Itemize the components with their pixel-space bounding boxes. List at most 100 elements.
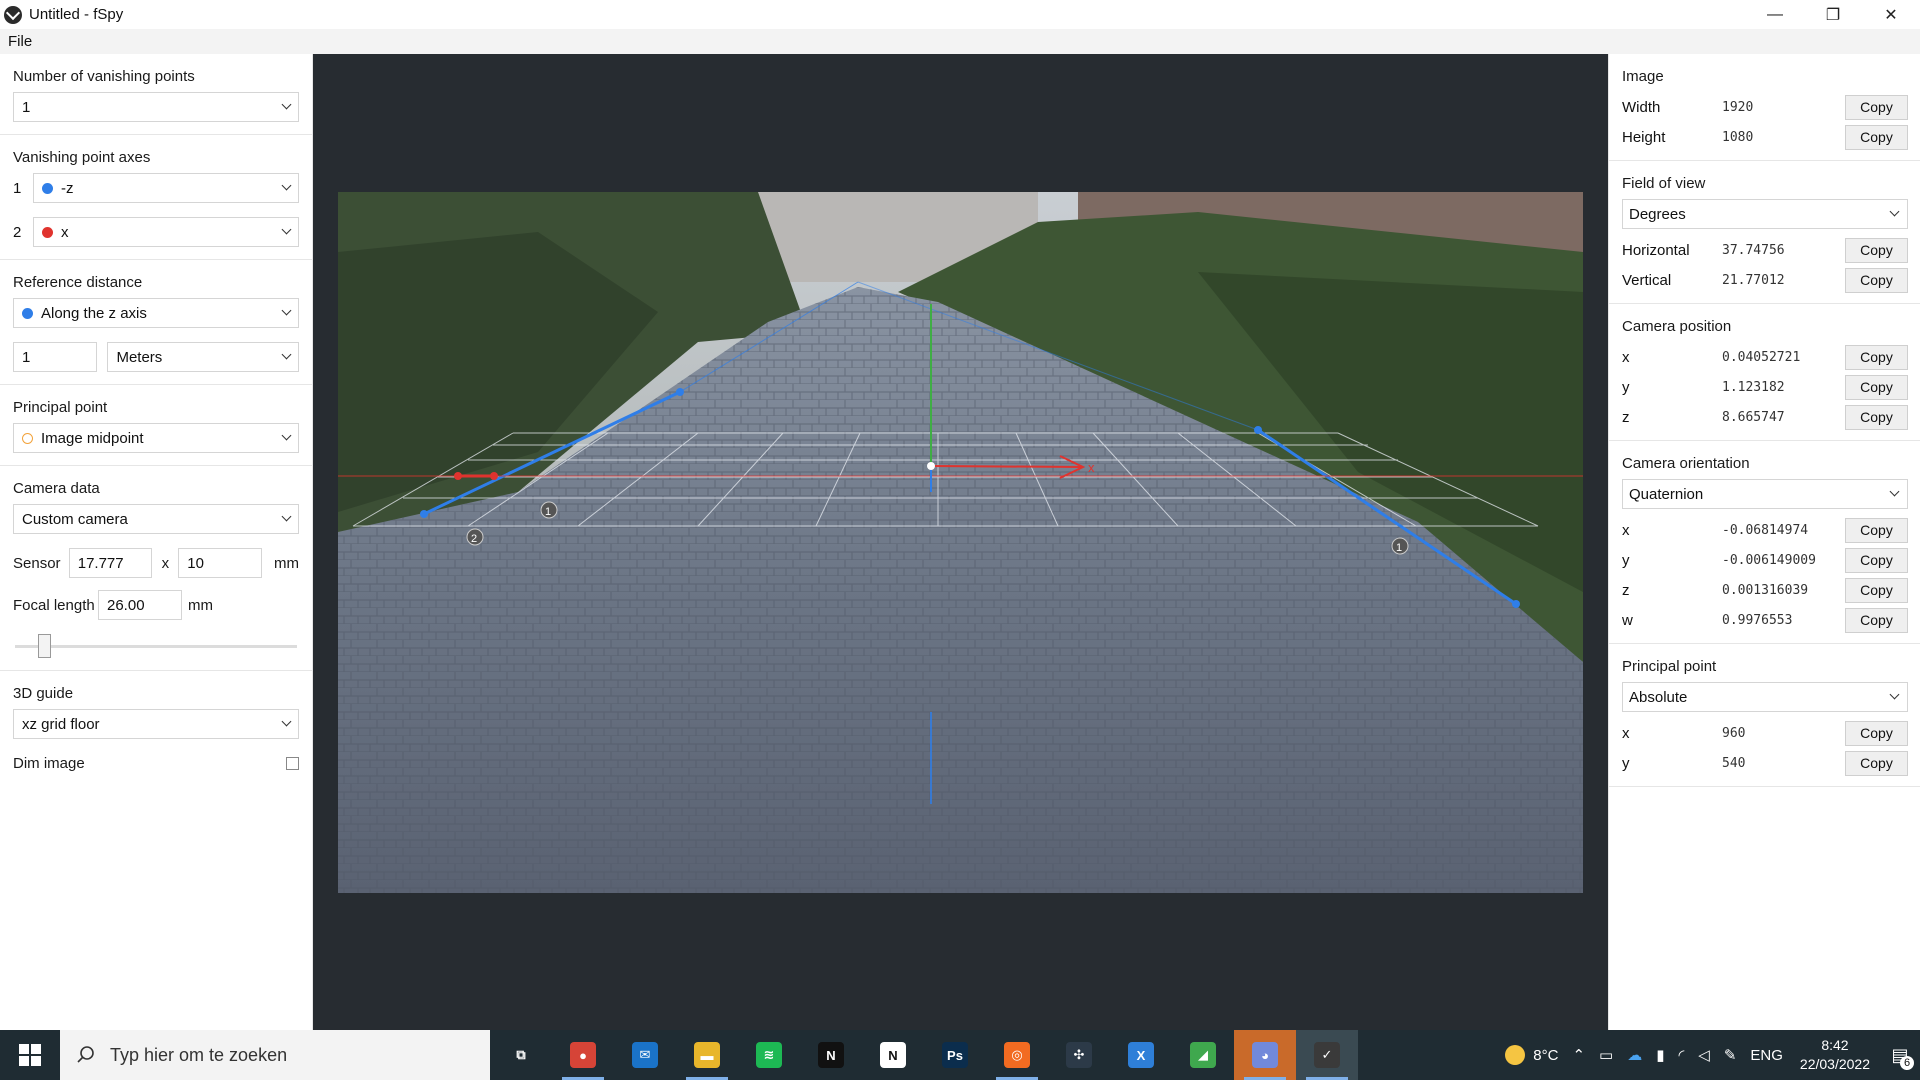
window-controls: — ❐ ✕ xyxy=(1746,0,1920,29)
sensor-width-input[interactable]: 17.777 xyxy=(68,548,153,578)
vp-axis-2-select[interactable]: x xyxy=(33,217,299,247)
copy-camor-w-button[interactable]: Copy xyxy=(1845,607,1908,633)
guide-value: xz grid floor xyxy=(22,715,100,733)
cp-badge-1a-label: 1 xyxy=(545,506,551,518)
taskbar-app-sketchbook[interactable]: ◢ xyxy=(1172,1030,1234,1080)
slider-thumb[interactable] xyxy=(38,634,51,658)
taskbar-app-discord[interactable]: ◕ xyxy=(1234,1030,1296,1080)
focal-input[interactable]: 26.00 xyxy=(98,590,182,620)
pp-label: x xyxy=(1622,724,1630,742)
wifi-icon[interactable]: ◜ xyxy=(1678,1046,1684,1064)
guide-select[interactable]: xz grid floor xyxy=(13,709,299,739)
mail-icon: ✉ xyxy=(632,1042,658,1068)
copy-campos-y-button[interactable]: Copy xyxy=(1845,374,1908,400)
fov-section: Field of view Degrees Horizontal 37.7475… xyxy=(1609,161,1920,304)
origin-handle[interactable] xyxy=(927,462,935,470)
weather-widget[interactable]: 8°C xyxy=(1505,1045,1558,1065)
ref-dist-axis-select[interactable]: Along the z axis xyxy=(13,298,299,328)
taskbar-app-notion[interactable]: N xyxy=(862,1030,924,1080)
fov-title: Field of view xyxy=(1622,175,1706,192)
dim-image-checkbox[interactable] xyxy=(286,757,299,770)
taskbar-app-photoshop[interactable]: Ps xyxy=(924,1030,986,1080)
chevron-down-icon xyxy=(281,349,292,360)
taskbar-app-spotify[interactable]: ≋ xyxy=(738,1030,800,1080)
chevron-down-icon xyxy=(1889,486,1900,497)
cp-point[interactable] xyxy=(676,388,684,396)
pp-mode-select[interactable]: Absolute xyxy=(1622,682,1908,712)
cp-point[interactable] xyxy=(1512,600,1520,608)
volume-icon[interactable]: ◁ xyxy=(1698,1046,1710,1064)
vfov-row: Vertical 21.77012 Copy xyxy=(1622,265,1908,295)
clock[interactable]: 8:42 22/03/2022 xyxy=(1800,1036,1870,1074)
pp-row: y 540 Copy xyxy=(1622,748,1908,778)
copy-campos-x-button[interactable]: Copy xyxy=(1845,344,1908,370)
battery-icon[interactable]: ▮ xyxy=(1656,1046,1664,1064)
taskbar-app-file-explorer[interactable]: ▬ xyxy=(676,1030,738,1080)
start-button[interactable] xyxy=(0,1030,60,1080)
pp-label: y xyxy=(1622,754,1630,772)
focal-unit: mm xyxy=(188,596,213,614)
vp-axis-num: 1 xyxy=(13,179,22,197)
copy-campos-z-button[interactable]: Copy xyxy=(1845,404,1908,430)
cp-point[interactable] xyxy=(490,472,498,480)
copy-camor-z-button[interactable]: Copy xyxy=(1845,577,1908,603)
num-vp-select[interactable]: 1 xyxy=(13,92,299,122)
taskbar-app-task-view[interactable]: ⧉ xyxy=(490,1030,552,1080)
campos-row: y 1.123182 Copy xyxy=(1622,372,1908,402)
image-viewport[interactable]: x 1 1 2 xyxy=(313,54,1608,1030)
taskbar-app-davinci-resolve[interactable]: ✣ xyxy=(1048,1030,1110,1080)
taskbar-app-mail[interactable]: ✉ xyxy=(614,1030,676,1080)
ref-dist-input[interactable]: 1 xyxy=(13,342,98,372)
language-indicator[interactable]: ENG xyxy=(1750,1047,1783,1064)
ref-dist-unit-select[interactable]: Meters xyxy=(107,342,299,372)
cp-point[interactable] xyxy=(420,510,428,518)
pen-icon[interactable]: ✎ xyxy=(1724,1046,1737,1064)
copy-pp-y-button[interactable]: Copy xyxy=(1845,750,1908,776)
taskbar-search[interactable]: Typ hier om te zoeken xyxy=(60,1030,490,1080)
taskbar-app-houdini[interactable]: ◎ xyxy=(986,1030,1048,1080)
copy-camor-x-button[interactable]: Copy xyxy=(1845,517,1908,543)
right-results-panel: Image Width 1920 Copy Height 1080 Copy F… xyxy=(1608,54,1920,1030)
houdini-icon: ◎ xyxy=(1004,1042,1030,1068)
minimize-button[interactable]: — xyxy=(1746,0,1804,29)
campos-label: x xyxy=(1622,348,1630,366)
copy-camor-y-button[interactable]: Copy xyxy=(1845,547,1908,573)
onedrive-icon[interactable]: ☁ xyxy=(1627,1046,1642,1064)
camera-select[interactable]: Custom camera xyxy=(13,504,299,534)
vp-axis-2-value: x xyxy=(61,223,69,241)
menu-file[interactable]: File xyxy=(0,33,40,50)
focal-length-slider[interactable] xyxy=(13,634,299,658)
restore-button[interactable]: ❐ xyxy=(1804,0,1862,29)
copy-width-button[interactable]: Copy xyxy=(1845,94,1908,120)
num-vp-title: Number of vanishing points xyxy=(13,68,195,85)
taskbar-app-chrome[interactable]: ● xyxy=(552,1030,614,1080)
pp-select[interactable]: Image midpoint xyxy=(13,423,299,453)
notification-count: 6 xyxy=(1900,1056,1914,1070)
copy-pp-x-button[interactable]: Copy xyxy=(1845,720,1908,746)
orientation-mode-select[interactable]: Quaternion xyxy=(1622,479,1908,509)
sensor-label: Sensor xyxy=(13,554,61,572)
copy-hfov-button[interactable]: Copy xyxy=(1845,237,1908,263)
campos-value: 0.04052721 xyxy=(1722,349,1801,365)
pp-row: x 960 Copy xyxy=(1622,718,1908,748)
taskbar-app-fspy[interactable]: ✓ xyxy=(1296,1030,1358,1080)
camera-position-section: Camera position x 0.04052721 Copy y 1.12… xyxy=(1609,304,1920,441)
sensor-x-label: x xyxy=(161,554,170,572)
hfov-row: Horizontal 37.74756 Copy xyxy=(1622,235,1908,265)
meet-now-icon[interactable]: ▭ xyxy=(1599,1046,1613,1064)
sensor-height-input[interactable]: 10 xyxy=(178,548,262,578)
cp-point[interactable] xyxy=(1254,426,1262,434)
cp-point[interactable] xyxy=(454,472,462,480)
chevron-up-icon[interactable]: ⌃ xyxy=(1572,1046,1585,1064)
close-button[interactable]: ✕ xyxy=(1862,0,1920,29)
fov-unit-select[interactable]: Degrees xyxy=(1622,199,1908,229)
vp-axis-1-select[interactable]: -z xyxy=(33,173,299,203)
notification-center-button[interactable]: ▤ 6 xyxy=(1880,1030,1920,1080)
copy-vfov-button[interactable]: Copy xyxy=(1845,267,1908,293)
copy-height-button[interactable]: Copy xyxy=(1845,124,1908,150)
taskbar-app-x-app[interactable]: X xyxy=(1110,1030,1172,1080)
camor-label: x xyxy=(1622,521,1630,539)
vfov-label: Vertical xyxy=(1622,271,1672,289)
taskbar-app-netflix[interactable]: N xyxy=(800,1030,862,1080)
vp-axis-1-value: -z xyxy=(61,179,74,197)
